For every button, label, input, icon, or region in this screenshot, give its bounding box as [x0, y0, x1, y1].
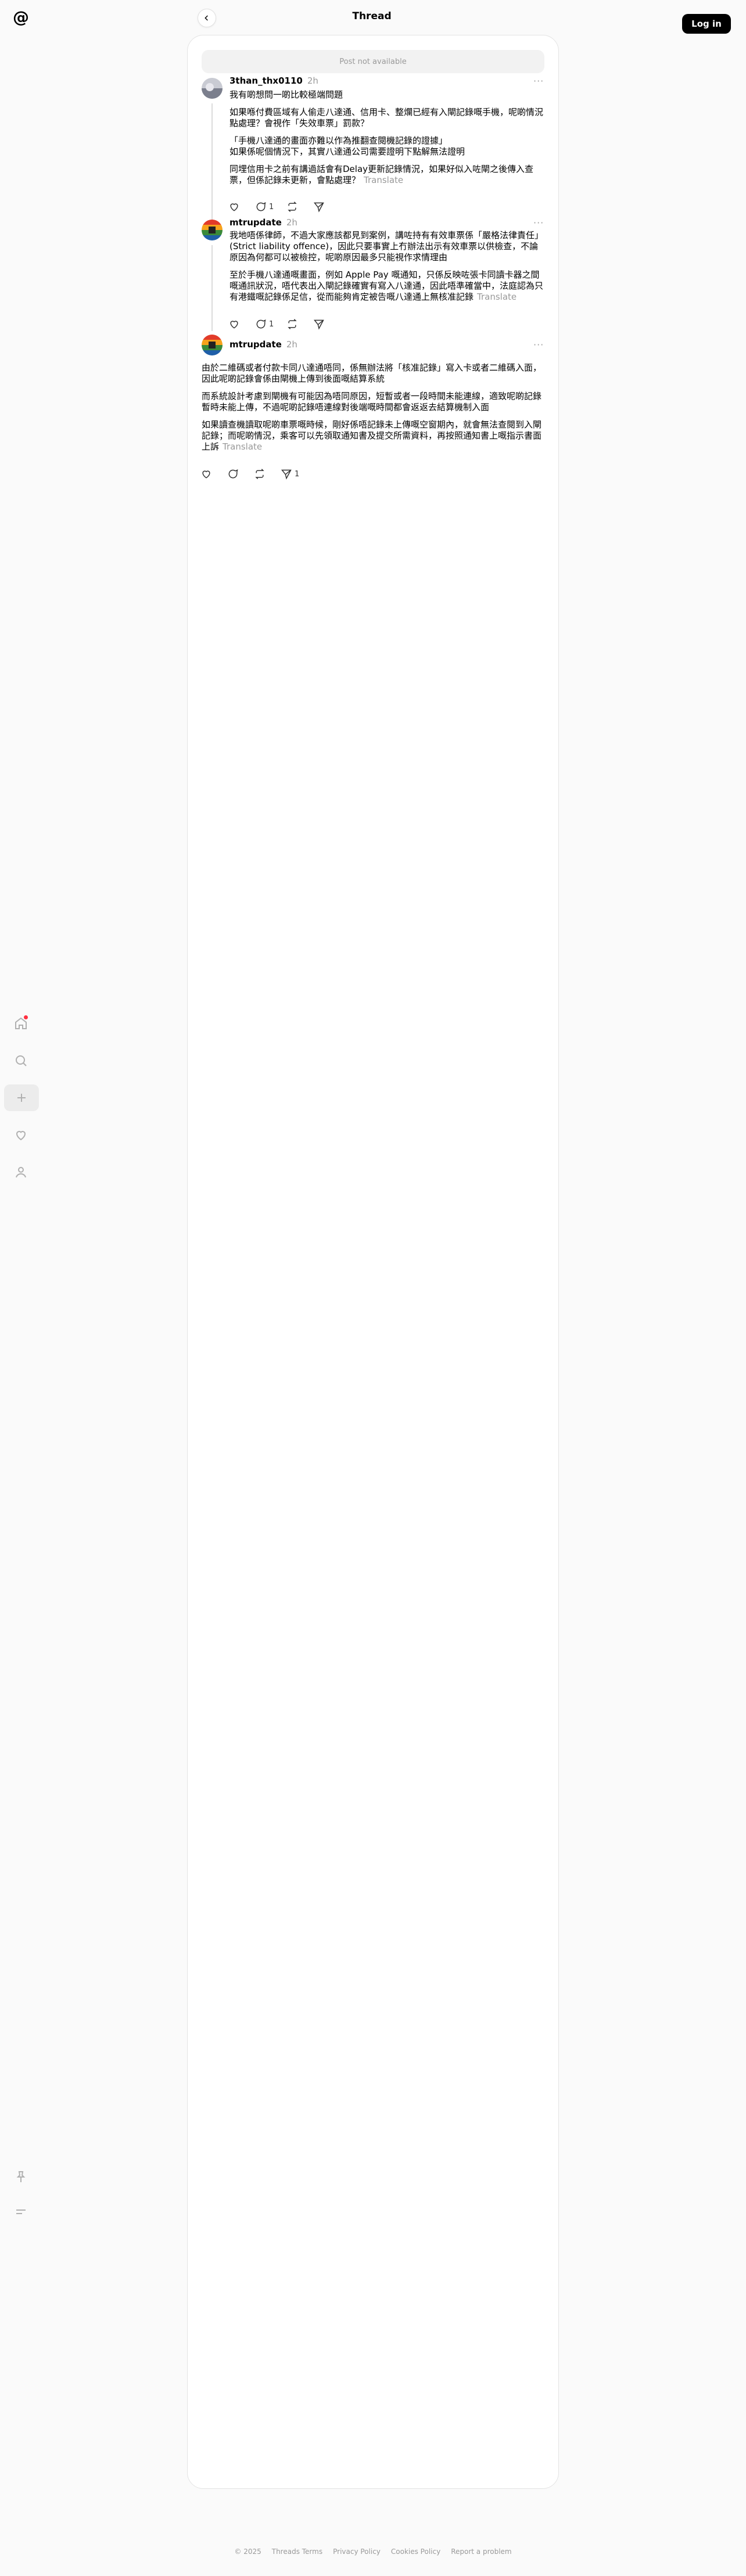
heart-icon[interactable]	[10, 1124, 31, 1145]
avatar[interactable]	[202, 335, 223, 355]
back-button[interactable]	[198, 9, 216, 27]
post-paragraph: 「手機八達通的畫面亦難以作為推翻查閱機記錄的證據」 如果係呢個情況下，其實八達通…	[229, 135, 465, 157]
share-button[interactable]: 1	[281, 468, 299, 480]
post-paragraph: 至於手機八達通嘅畫面，例如 Apple Pay 嘅通知，只係反映咗張卡同讀卡器之…	[229, 270, 546, 303]
more-options-icon[interactable]: ···	[533, 217, 544, 228]
post-text: 我地唔係律師，不過大家應該都見到案例，講咗持有有效車票係「嚴格法律責任」(Str…	[229, 230, 546, 309]
translate-link[interactable]: Translate	[364, 175, 403, 185]
svg-text:@: @	[13, 8, 29, 27]
login-button[interactable]: Log in	[682, 14, 731, 34]
comment-icon	[256, 319, 266, 329]
repost-button[interactable]	[286, 201, 300, 213]
repost-button[interactable]	[286, 318, 300, 330]
back-arrow-icon	[205, 15, 208, 21]
post-paragraph: 如果讀查機讀取呢啲車票嘅時候，剛好係唔記錄未上傳嘅空窗期內，就會無法查閱到入閘記…	[202, 419, 546, 452]
timestamp[interactable]: 2h	[286, 339, 297, 350]
repost-icon	[255, 469, 264, 479]
post-paragraph: 如果喺付費區域有人偷走八達通、信用卡、整爛已經有入閘記錄嘅手機，呢啲情況點處理？…	[229, 107, 544, 128]
post-paragraph: 而系統設計考慮到閘機有可能因為唔同原因，短暫或者一段時間未能連線，適致呢啲記錄暫…	[202, 391, 542, 412]
post-actions: 1	[228, 200, 340, 214]
page-title: Thread	[352, 10, 392, 22]
share-count: 1	[295, 469, 300, 479]
footer-link-report[interactable]: Report a problem	[451, 2548, 511, 2556]
reply-button[interactable]: 1	[255, 318, 274, 330]
reply-button[interactable]	[227, 468, 241, 480]
post-header: mtrupdate 2h	[229, 217, 297, 228]
more-options-icon[interactable]: ···	[533, 339, 544, 350]
search-icon[interactable]	[10, 1050, 31, 1071]
post-paragraph: 由於二維碼或者付款卡同八達通唔同，係無辦法將「核准記錄」寫入卡或者二維碼入面，因…	[202, 362, 542, 384]
like-button[interactable]	[200, 468, 214, 480]
footer-link-cookies[interactable]: Cookies Policy	[391, 2548, 440, 2556]
heart-icon	[230, 203, 238, 211]
post-actions: 1	[200, 467, 312, 481]
share-icon	[314, 319, 325, 330]
post-paragraph: 同埋信用卡之前有講過話會有Delay更新記錄情況，如果好似入咗閘之後傳入查票，但…	[229, 164, 546, 186]
pin-icon[interactable]	[10, 2167, 31, 2187]
thread-line	[211, 103, 213, 237]
post-text: 我有啲想問一啲比較極端問題 如果喺付費區域有人偷走八達通、信用卡、整爛已經有入閘…	[229, 89, 546, 192]
create-button[interactable]	[4, 1084, 39, 1111]
home-icon[interactable]	[10, 1013, 31, 1034]
share-icon	[314, 202, 325, 213]
share-button[interactable]	[313, 201, 327, 213]
notification-dot	[24, 1015, 28, 1019]
like-button[interactable]	[228, 318, 242, 330]
reply-button[interactable]: 1	[255, 201, 274, 213]
copyright: © 2025	[234, 2548, 261, 2556]
reply-count: 1	[269, 319, 274, 329]
post-text: 由於二維碼或者付款卡同八達通唔同，係無辦法將「核准記錄」寫入卡或者二維碼入面，因…	[202, 362, 546, 459]
footer: © 2025 Threads Terms Privacy Policy Cook…	[174, 2548, 572, 2556]
reply-count: 1	[269, 202, 274, 211]
post-header: 3than_thx0110 2h	[229, 76, 318, 86]
plus-icon	[17, 1094, 26, 1102]
comment-icon	[256, 202, 266, 211]
footer-link-terms[interactable]: Threads Terms	[272, 2548, 322, 2556]
repost-icon	[288, 202, 297, 212]
heart-icon	[202, 470, 210, 479]
post-header: mtrupdate 2h	[229, 339, 297, 350]
menu-icon[interactable]	[10, 2201, 31, 2222]
translate-link[interactable]: Translate	[223, 441, 262, 452]
like-button[interactable]	[228, 201, 242, 213]
profile-icon[interactable]	[10, 1162, 31, 1183]
share-button[interactable]	[313, 318, 327, 330]
comment-icon	[228, 469, 238, 479]
username[interactable]: mtrupdate	[229, 339, 282, 350]
post-actions: 1	[228, 317, 340, 331]
avatar[interactable]	[202, 78, 223, 99]
username[interactable]: 3than_thx0110	[229, 76, 303, 86]
heart-icon	[230, 321, 238, 329]
thread-line	[211, 245, 213, 331]
timestamp[interactable]: 2h	[286, 217, 297, 228]
footer-link-privacy[interactable]: Privacy Policy	[333, 2548, 381, 2556]
post-paragraph: 我有啲想問一啲比較極端問題	[229, 89, 343, 100]
post-unavailable-notice: Post not available	[202, 50, 544, 73]
share-icon	[281, 469, 292, 480]
repost-button[interactable]	[254, 468, 268, 480]
post-paragraph: 我地唔係律師，不過大家應該都見到案例，講咗持有有效車票係「嚴格法律責任」(Str…	[229, 230, 544, 263]
repost-icon	[288, 319, 297, 329]
threads-logo[interactable]: @	[10, 7, 31, 28]
more-options-icon[interactable]: ···	[533, 76, 544, 87]
timestamp[interactable]: 2h	[307, 76, 318, 86]
avatar[interactable]	[202, 220, 223, 240]
translate-link[interactable]: Translate	[477, 292, 517, 302]
username[interactable]: mtrupdate	[229, 217, 282, 228]
